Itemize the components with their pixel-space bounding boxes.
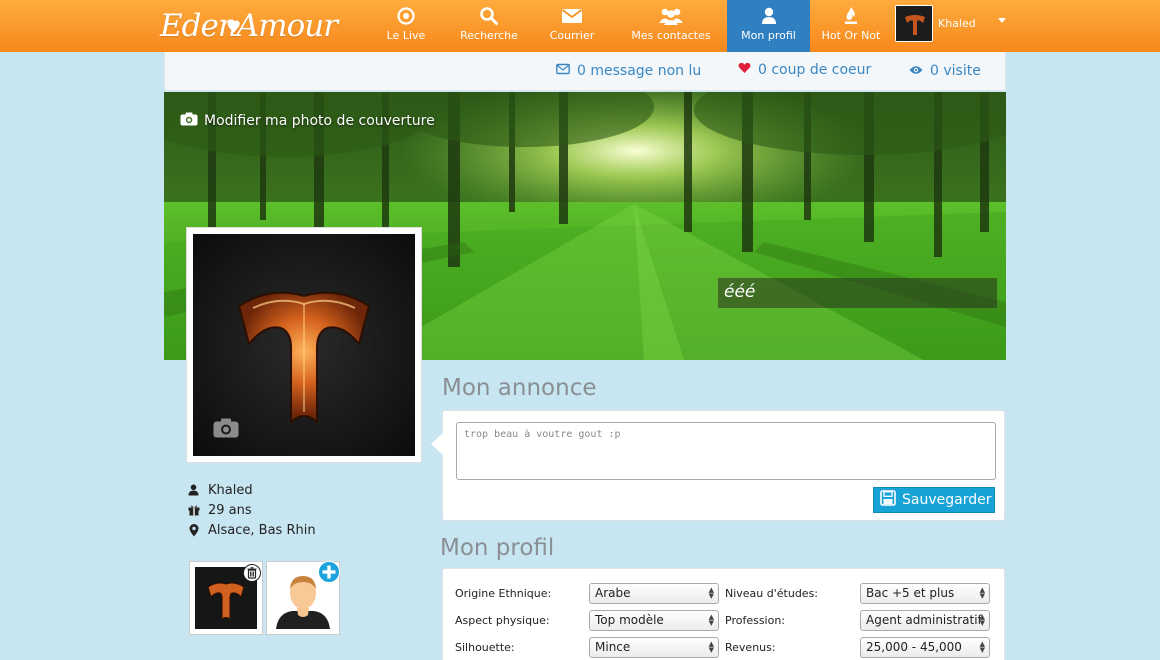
messages-link[interactable]: 0 message non lu (556, 63, 701, 79)
field-label: Revenus: (725, 641, 776, 654)
save-button[interactable]: Sauvegarder (873, 487, 995, 513)
nav-label: Mon profil (741, 29, 796, 42)
profil-panel: Origine Ethnique: Arabe ▲ ▼ Niveau d'étud… (442, 568, 1005, 660)
select-value: Top modèle (595, 613, 664, 627)
select-niveau-etudes[interactable]: Bac +5 et plus ▲ ▼ (860, 583, 990, 604)
top-navbar: EdenAmour ♥ Le Live Recherche Courrier Me… (0, 0, 1160, 52)
user-location: Alsace, Bas Rhin (208, 522, 316, 538)
select-aspect-physique[interactable]: Top modèle ▲ ▼ (589, 610, 719, 631)
stats-bar: 0 message non lu 0 coup de coeur 0 visit… (164, 52, 1006, 91)
flame-icon (818, 6, 884, 28)
user-name: Khaled (938, 17, 976, 30)
select-value: Mince (595, 640, 631, 654)
edit-cover-button[interactable]: Modifier ma photo de couverture (180, 112, 435, 130)
user-icon (727, 6, 810, 28)
chevron-down-icon (998, 18, 1006, 23)
field-label: Niveau d'études: (725, 587, 819, 600)
envelope-icon (556, 63, 570, 79)
select-value: 25,000 - 45,000 (866, 640, 962, 654)
cover-tagline[interactable]: ééé (718, 278, 997, 308)
envelope-icon (540, 6, 604, 28)
photo-thumbnail[interactable] (189, 561, 263, 635)
visits-count: 0 visite (930, 63, 981, 79)
select-arrows-icon: ▲ ▼ (708, 640, 714, 654)
avatar (895, 5, 933, 42)
trash-icon[interactable] (243, 564, 261, 586)
heart-icon (738, 62, 751, 78)
nav-recherche[interactable]: Recherche (452, 0, 526, 52)
field-label: Origine Ethnique: (455, 587, 552, 600)
annonce-title: Mon annonce (442, 375, 597, 401)
user-icon (187, 484, 200, 496)
info-name-row: Khaled (187, 480, 316, 500)
user-info: Khaled 29 ans Alsace, Bas Rhin (187, 480, 316, 540)
nav-label: Recherche (460, 29, 518, 42)
nav-mes-contactes[interactable]: Mes contactes (624, 0, 718, 52)
visits-link[interactable]: 0 visite (909, 63, 981, 79)
nav-le-live[interactable]: Le Live (374, 0, 438, 52)
nav-label: Hot Or Not (821, 29, 881, 42)
map-marker-icon (187, 523, 200, 537)
select-arrows-icon: ▲ ▼ (979, 586, 985, 600)
select-arrows-icon: ▲ ▼ (979, 613, 985, 627)
select-revenus[interactable]: 25,000 - 45,000 ▲ ▼ (860, 637, 990, 658)
annonce-textarea[interactable]: trop beau à voutre gout :p (456, 422, 996, 480)
select-arrows-icon: ▲ ▼ (708, 613, 714, 627)
nav-courrier[interactable]: Courrier (540, 0, 604, 52)
camera-icon[interactable] (213, 418, 239, 442)
annonce-panel: trop beau à voutre gout :p Sauvegarder (431, 410, 1005, 521)
camera-icon (180, 112, 198, 130)
site-logo[interactable]: EdenAmour ♥ (160, 2, 338, 50)
select-value: Agent administratif (866, 613, 982, 627)
eye-icon (909, 63, 923, 79)
profil-title: Mon profil (440, 535, 555, 561)
save-label: Sauvegarder (902, 492, 992, 508)
target-icon (374, 6, 438, 28)
messages-count: 0 message non lu (577, 63, 702, 79)
nav-label: Courrier (549, 29, 595, 42)
select-silhouette[interactable]: Mince ▲ ▼ (589, 637, 719, 658)
info-age-row: 29 ans (187, 500, 316, 520)
panel-pointer (431, 433, 443, 455)
floppy-disk-icon (880, 490, 896, 510)
select-arrows-icon: ▲ ▼ (979, 640, 985, 654)
add-photo-thumbnail[interactable] (266, 561, 340, 635)
select-value: Bac +5 et plus (866, 586, 955, 600)
field-label: Profession: (725, 614, 786, 627)
select-arrows-icon: ▲ ▼ (708, 586, 714, 600)
likes-count: 0 coup de coeur (758, 62, 872, 78)
search-icon (452, 6, 526, 28)
add-icon[interactable] (318, 561, 340, 587)
profile-photo[interactable] (186, 227, 422, 463)
nav-label: Mes contactes (631, 29, 711, 42)
field-label: Silhouette: (455, 641, 515, 654)
select-origine-ethnique[interactable]: Arabe ▲ ▼ (589, 583, 719, 604)
heart-icon: ♥ (226, 18, 241, 38)
nav-mon-profil[interactable]: Mon profil (727, 0, 810, 52)
profile-image (193, 234, 415, 456)
edit-cover-label: Modifier ma photo de couverture (204, 113, 435, 129)
likes-link[interactable]: 0 coup de coeur (738, 62, 871, 78)
nav-hot-or-not[interactable]: Hot Or Not (818, 0, 884, 52)
info-location-row: Alsace, Bas Rhin (187, 520, 316, 540)
select-profession[interactable]: Agent administratif ▲ ▼ (860, 610, 990, 631)
user-age: 29 ans (208, 502, 252, 518)
users-icon (624, 6, 718, 28)
field-label: Aspect physique: (455, 614, 550, 627)
select-value: Arabe (595, 586, 631, 600)
nav-label: Le Live (386, 29, 426, 42)
user-name: Khaled (208, 482, 253, 498)
gift-icon (187, 504, 200, 516)
